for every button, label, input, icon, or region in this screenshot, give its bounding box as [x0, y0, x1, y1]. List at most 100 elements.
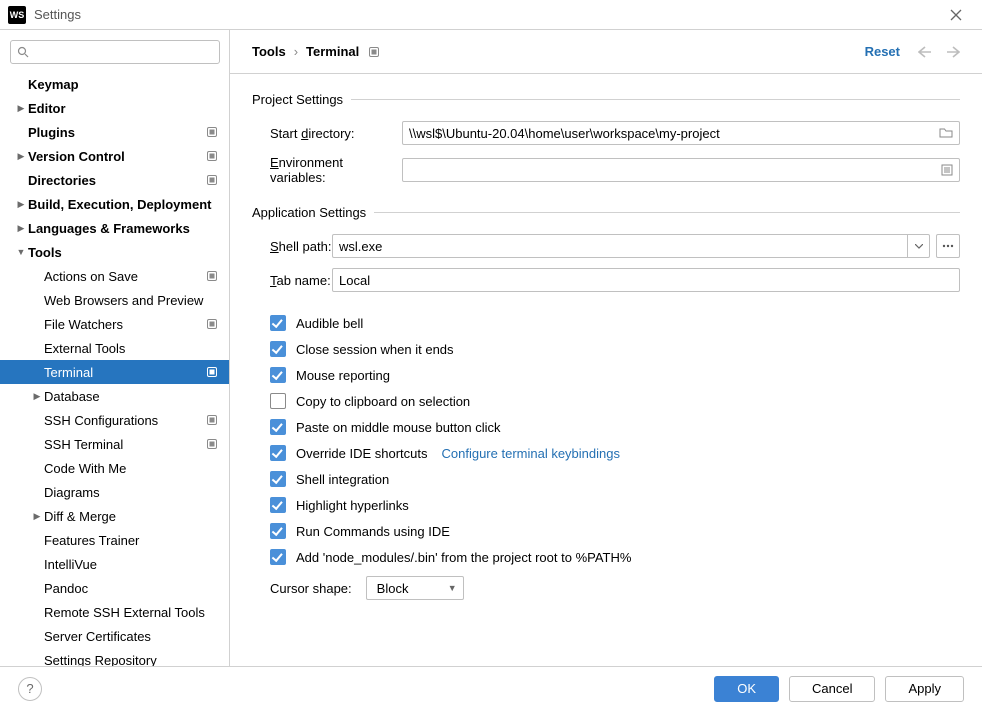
sidebar-item-label: Terminal	[44, 365, 205, 380]
expand-arrow-icon[interactable]: ▶	[30, 511, 44, 522]
checkbox[interactable]	[270, 445, 286, 461]
checkbox-row: Mouse reporting	[270, 362, 960, 388]
checkbox-label[interactable]: Close session when it ends	[296, 342, 454, 357]
search-input-wrap[interactable]	[10, 40, 220, 64]
help-button[interactable]: ?	[18, 677, 42, 701]
sidebar-item-settings-repository[interactable]: Settings Repository	[0, 648, 229, 666]
sidebar-item-server-certificates[interactable]: Server Certificates	[0, 624, 229, 648]
checkbox[interactable]	[270, 419, 286, 435]
sidebar-item-code-with-me[interactable]: Code With Me	[0, 456, 229, 480]
env-vars-label: Environment variables:	[252, 155, 402, 185]
sidebar-item-intellivue[interactable]: IntelliVue	[0, 552, 229, 576]
sidebar-item-external-tools[interactable]: External Tools	[0, 336, 229, 360]
cursor-shape-value: Block	[377, 581, 409, 596]
sidebar-item-label: Tools	[28, 245, 219, 260]
start-directory-input[interactable]	[409, 126, 933, 141]
checkbox[interactable]	[270, 523, 286, 539]
sidebar-item-keymap[interactable]: Keymap	[0, 72, 229, 96]
shell-path-field[interactable]	[332, 234, 908, 258]
shell-path-input[interactable]	[339, 239, 901, 254]
checkbox-label[interactable]: Mouse reporting	[296, 368, 390, 383]
close-icon[interactable]	[950, 9, 974, 21]
env-vars-input[interactable]	[409, 163, 935, 178]
project-scope-icon	[205, 173, 219, 187]
cursor-shape-select[interactable]: Block ▼	[366, 576, 464, 600]
sidebar-item-label: Actions on Save	[44, 269, 205, 284]
checkbox-label[interactable]: Run Commands using IDE	[296, 524, 450, 539]
expand-arrow-icon[interactable]: ▼	[14, 247, 28, 257]
configure-keybindings-link[interactable]: Configure terminal keybindings	[442, 446, 620, 461]
shell-path-dropdown[interactable]	[908, 234, 930, 258]
sidebar-item-label: External Tools	[44, 341, 219, 356]
sidebar-item-label: Version Control	[28, 149, 205, 164]
sidebar-item-database[interactable]: ▶Database	[0, 384, 229, 408]
sidebar-item-languages-frameworks[interactable]: ▶Languages & Frameworks	[0, 216, 229, 240]
sidebar-item-ssh-configurations[interactable]: SSH Configurations	[0, 408, 229, 432]
checkbox[interactable]	[270, 471, 286, 487]
sidebar-item-label: Settings Repository	[44, 653, 219, 667]
sidebar-item-tools[interactable]: ▼Tools	[0, 240, 229, 264]
back-icon[interactable]	[918, 46, 932, 58]
tab-name-input[interactable]	[339, 273, 953, 288]
sidebar-item-file-watchers[interactable]: File Watchers	[0, 312, 229, 336]
start-directory-field[interactable]	[402, 121, 960, 145]
group-label: Application Settings	[252, 205, 366, 220]
folder-icon[interactable]	[939, 127, 953, 139]
sidebar-item-version-control[interactable]: ▶Version Control	[0, 144, 229, 168]
sidebar-item-features-trainer[interactable]: Features Trainer	[0, 528, 229, 552]
checkbox[interactable]	[270, 549, 286, 565]
checkbox-label[interactable]: Shell integration	[296, 472, 389, 487]
checkbox-label[interactable]: Override IDE shortcuts	[296, 446, 428, 461]
checkbox-row: Shell integration	[270, 466, 960, 492]
sidebar-item-build-execution-deployment[interactable]: ▶Build, Execution, Deployment	[0, 192, 229, 216]
sidebar-item-web-browsers-and-preview[interactable]: Web Browsers and Preview	[0, 288, 229, 312]
checkbox-label[interactable]: Copy to clipboard on selection	[296, 394, 470, 409]
breadcrumb-root[interactable]: Tools	[252, 44, 286, 59]
sidebar-item-label: SSH Configurations	[44, 413, 205, 428]
expand-arrow-icon[interactable]: ▶	[14, 151, 28, 162]
titlebar: WS Settings	[0, 0, 982, 30]
expand-arrow-icon[interactable]: ▶	[14, 223, 28, 234]
sidebar-item-editor[interactable]: ▶Editor	[0, 96, 229, 120]
sidebar-item-label: Web Browsers and Preview	[44, 293, 219, 308]
sidebar-item-directories[interactable]: Directories	[0, 168, 229, 192]
env-vars-field[interactable]	[402, 158, 960, 182]
expand-arrow-icon[interactable]: ▶	[30, 391, 44, 402]
sidebar-item-diff-merge[interactable]: ▶Diff & Merge	[0, 504, 229, 528]
search-input[interactable]	[33, 45, 213, 60]
sidebar-item-pandoc[interactable]: Pandoc	[0, 576, 229, 600]
tab-name-field[interactable]	[332, 268, 960, 292]
list-icon[interactable]	[941, 164, 953, 176]
sidebar-item-actions-on-save[interactable]: Actions on Save	[0, 264, 229, 288]
checkbox[interactable]	[270, 497, 286, 513]
footer: ? OK Cancel Apply	[0, 666, 982, 710]
expand-arrow-icon[interactable]: ▶	[14, 199, 28, 210]
checkbox-label[interactable]: Paste on middle mouse button click	[296, 420, 501, 435]
reset-link[interactable]: Reset	[865, 44, 900, 59]
ok-button[interactable]: OK	[714, 676, 779, 702]
expand-arrow-icon[interactable]: ▶	[14, 103, 28, 114]
checkbox[interactable]	[270, 367, 286, 383]
browse-button[interactable]	[936, 234, 960, 258]
checkbox[interactable]	[270, 341, 286, 357]
tab-name-label: Tab name:	[252, 273, 332, 288]
content-header: Tools › Terminal Reset	[230, 30, 982, 74]
sidebar-item-terminal[interactable]: Terminal	[0, 360, 229, 384]
sidebar-item-ssh-terminal[interactable]: SSH Terminal	[0, 432, 229, 456]
checkbox-label[interactable]: Highlight hyperlinks	[296, 498, 409, 513]
checkbox[interactable]	[270, 315, 286, 331]
sidebar-item-plugins[interactable]: Plugins	[0, 120, 229, 144]
forward-icon[interactable]	[946, 46, 960, 58]
sidebar-item-label: Plugins	[28, 125, 205, 140]
project-scope-icon	[367, 45, 381, 59]
apply-button[interactable]: Apply	[885, 676, 964, 702]
checkbox-label[interactable]: Audible bell	[296, 316, 363, 331]
sidebar-item-label: Database	[44, 389, 219, 404]
sidebar-item-diagrams[interactable]: Diagrams	[0, 480, 229, 504]
checkbox-label[interactable]: Add 'node_modules/.bin' from the project…	[296, 550, 631, 565]
checkbox[interactable]	[270, 393, 286, 409]
sidebar-item-label: Diff & Merge	[44, 509, 219, 524]
sidebar-item-remote-ssh-external-tools[interactable]: Remote SSH External Tools	[0, 600, 229, 624]
cancel-button[interactable]: Cancel	[789, 676, 875, 702]
chevron-down-icon: ▼	[448, 583, 457, 593]
